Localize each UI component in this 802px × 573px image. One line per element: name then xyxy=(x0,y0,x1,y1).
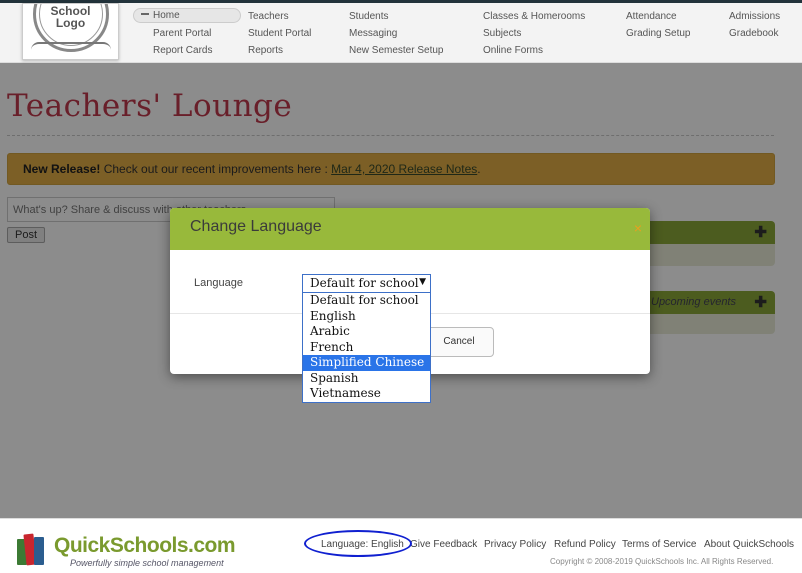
highlight-oval xyxy=(304,530,412,557)
nav-gradebook[interactable]: Gradebook xyxy=(729,28,778,39)
nav-subjects[interactable]: Subjects xyxy=(483,28,521,39)
nav-parent-portal[interactable]: Parent Portal xyxy=(153,28,211,39)
nav-reports[interactable]: Reports xyxy=(248,45,283,56)
logo-text-line2: Logo xyxy=(55,16,86,30)
dialog-title: Change Language xyxy=(190,218,322,235)
close-icon[interactable]: × xyxy=(634,220,642,236)
language-select-value: Default for school xyxy=(310,276,419,290)
nav-grading-setup[interactable]: Grading Setup xyxy=(626,28,691,39)
language-option[interactable]: Vietnamese xyxy=(303,386,430,402)
nav-admissions[interactable]: Admissions xyxy=(729,11,780,22)
nav-online-forms[interactable]: Online Forms xyxy=(483,45,543,56)
nav-teachers[interactable]: Teachers xyxy=(248,11,289,22)
footer-terms-of-service[interactable]: Terms of Service xyxy=(622,539,696,550)
minus-icon xyxy=(141,13,149,15)
language-option[interactable]: French xyxy=(303,340,430,356)
language-label: Language xyxy=(194,277,243,289)
nav-students[interactable]: Students xyxy=(349,11,388,22)
footer-give-feedback[interactable]: Give Feedback xyxy=(410,539,477,550)
nav-home-label: Home xyxy=(153,10,180,21)
nav-report-cards[interactable]: Report Cards xyxy=(153,45,212,56)
language-select[interactable]: Default for school ▼ xyxy=(302,274,431,293)
books-icon xyxy=(15,531,49,566)
nav-attendance[interactable]: Attendance xyxy=(626,11,677,22)
app-header: School Logo Home Parent Portal Report Ca… xyxy=(0,3,802,63)
language-option-highlighted[interactable]: Simplified Chinese xyxy=(303,355,430,371)
brand-tagline: Powerfully simple school management xyxy=(70,558,224,568)
dialog-header: Change Language × xyxy=(170,208,650,250)
nav-messaging[interactable]: Messaging xyxy=(349,28,397,39)
nav-classes-homerooms[interactable]: Classes & Homerooms xyxy=(483,11,585,22)
cancel-button[interactable]: Cancel xyxy=(424,327,494,357)
footer-privacy-policy[interactable]: Privacy Policy xyxy=(484,539,546,550)
dropdown-arrow-icon: ▼ xyxy=(419,277,426,287)
nav-new-semester-setup[interactable]: New Semester Setup xyxy=(349,45,444,56)
copyright-text: Copyright © 2008-2019 QuickSchools Inc. … xyxy=(550,557,774,566)
logo-ribbon xyxy=(31,42,111,50)
school-logo[interactable]: School Logo xyxy=(22,3,119,60)
language-option[interactable]: English xyxy=(303,309,430,325)
nav-student-portal[interactable]: Student Portal xyxy=(248,28,311,39)
brand-name: QuickSchools.com xyxy=(54,534,236,557)
language-option[interactable]: Spanish xyxy=(303,371,430,387)
page-footer: QuickSchools.com Powerfully simple schoo… xyxy=(0,518,802,573)
language-option[interactable]: Default for school xyxy=(303,293,430,309)
language-option[interactable]: Arabic xyxy=(303,324,430,340)
footer-refund-policy[interactable]: Refund Policy xyxy=(554,539,616,550)
language-options-list: Default for school English Arabic French… xyxy=(302,292,431,403)
nav-home[interactable]: Home xyxy=(133,8,241,23)
footer-about[interactable]: About QuickSchools xyxy=(704,539,794,550)
